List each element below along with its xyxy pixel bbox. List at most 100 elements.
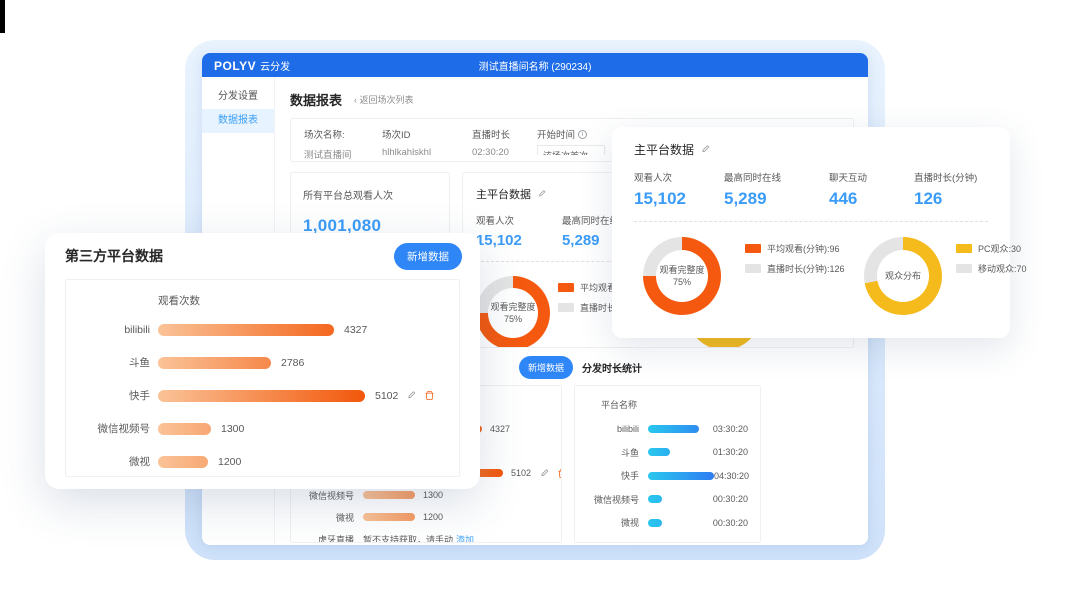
stat-value: 126: [914, 189, 988, 209]
bar: [648, 495, 662, 503]
stat-block: 观看人次 15,102: [476, 213, 562, 249]
bar: [158, 324, 334, 336]
legend-item: 移动观众:70: [956, 262, 1027, 275]
legend-label: 直播时长(分钟):126: [767, 262, 845, 275]
stat-label: 直播时长(分钟): [914, 170, 988, 184]
bar-value: 1200: [218, 456, 241, 468]
field-value: 测试直播间: [304, 147, 382, 161]
platform-label: 斗鱼: [587, 446, 639, 459]
donut-group: 观看完整度75% 平均观看(分钟):96 直播时长(分钟):126: [643, 237, 855, 315]
donut-charts-row: 观看完整度75% 平均观看(分钟):96 直播时长(分钟):126 观众分布 P…: [634, 237, 988, 315]
dashed-divider: [634, 221, 988, 222]
sidebar-item-distribution-settings[interactable]: 分发设置: [202, 85, 274, 109]
chart-column-header: 观看次数: [158, 293, 459, 308]
duration-value: 01:30:20: [670, 447, 748, 457]
bar-value: 4327: [344, 324, 367, 336]
brand-text: POLYV: [214, 59, 256, 73]
platform-label: 快手: [587, 469, 639, 482]
legend-swatch: [956, 244, 972, 253]
bar: [648, 542, 662, 543]
field-label: 场次名称:: [304, 127, 382, 141]
edit-icon[interactable]: [537, 189, 547, 199]
platform-label: 微信视频号: [299, 489, 354, 502]
legend-swatch: [745, 264, 761, 273]
main-platform-title: 主平台数据: [476, 186, 531, 202]
platform-label: 微视: [587, 516, 639, 529]
stat-block: 观看人次 15,102: [634, 170, 724, 209]
main-platform-title: 主平台数据: [634, 141, 694, 158]
duration-row: 微信视频号 00:30:20: [587, 535, 748, 544]
bar: [648, 472, 714, 480]
legend-swatch: [956, 264, 972, 273]
chart-legend: PC观众:30 移动观众:70: [956, 242, 1027, 315]
session-field: 场次名称:测试直播间: [304, 127, 382, 155]
duration-value: 04:30:20: [714, 471, 749, 481]
third-party-floating-card: 第三方平台数据 新增数据 观看次数 bilibili 4327斗鱼 2786快手…: [45, 233, 480, 489]
edit-icon[interactable]: [700, 144, 711, 155]
platform-label: 微信视频号: [587, 540, 639, 543]
bar: [158, 390, 365, 402]
field-value: hlhlkahlskhl: [382, 147, 472, 158]
bar: [363, 491, 415, 499]
sidebar-item-data-report[interactable]: 数据报表: [202, 109, 274, 133]
bar-row: 快手 5102: [66, 379, 459, 412]
legend-swatch: [558, 283, 574, 292]
legend-label: 移动观众:70: [978, 262, 1027, 275]
bar-value: 5102: [375, 390, 398, 402]
duration-row: 微信视频号 00:30:20: [587, 488, 748, 512]
back-to-sessions-link[interactable]: ‹ 返回场次列表: [354, 93, 414, 106]
stat-value: 5,289: [724, 189, 829, 209]
stat-block: 聊天互动 446: [829, 170, 914, 209]
duration-row: 斗鱼 01:30:20: [587, 441, 748, 465]
platform-label: 虎牙直播: [299, 533, 354, 544]
donut-center-label: 观看完整度75%: [643, 237, 721, 315]
total-views-title: 所有平台总观看人次: [303, 187, 437, 202]
bar-value: 5102: [511, 468, 531, 478]
product-text: 云分发: [260, 58, 290, 73]
bar: [158, 357, 271, 369]
bar-row: 微视 1200: [66, 445, 459, 478]
legend-item: PC观众:30: [956, 242, 1027, 255]
polyv-logo: POLYV 云分发: [214, 58, 290, 73]
bar: [363, 513, 415, 521]
duration-value: 00:30:20: [662, 518, 748, 528]
legend-item: 直播时长(分钟):126: [745, 262, 855, 275]
field-value: 02:30:20: [472, 147, 537, 158]
platform-label: 斗鱼: [66, 355, 150, 370]
delete-icon[interactable]: [424, 390, 435, 401]
main-platform-floating-card: 主平台数据 观看人次 15,102最高同时在线 5,289聊天互动 446直播时…: [612, 127, 1010, 338]
add-data-button[interactable]: 新增数据: [519, 356, 573, 379]
donut-group: 观众分布 PC观众:30 移动观众:70: [864, 237, 1027, 315]
duration-value: 00:30:20: [662, 494, 748, 504]
bar-row: 微信视频号 1300: [66, 412, 459, 445]
platform-label: 微视: [299, 511, 354, 524]
donut-center-label: 观众分布: [864, 237, 942, 315]
stat-value: 446: [829, 189, 914, 209]
donut-chart: 观众分布: [864, 237, 942, 315]
donut-center-label: 观看完整度75%: [476, 276, 550, 348]
stat-block: 最高同时在线 5,289: [724, 170, 829, 209]
platform-label: 快手: [66, 388, 150, 403]
platform-column-header: 平台名称: [601, 398, 748, 411]
stat-label: 观看人次: [476, 213, 562, 227]
duration-stats-title: 分发时长统计: [582, 360, 642, 375]
donut-chart: 观看完整度75%: [476, 276, 550, 348]
field-label: 直播时长: [472, 127, 537, 141]
bar-value: 1300: [423, 490, 443, 500]
platform-label: 微视: [66, 454, 150, 469]
info-icon[interactable]: [578, 130, 587, 139]
stat-value: 15,102: [476, 232, 562, 249]
edit-icon[interactable]: [539, 468, 550, 479]
duration-stats-card: 平台名称 bilibili 03:30:20斗鱼 01:30:20快手 04:3…: [574, 385, 761, 543]
add-data-button[interactable]: 新增数据: [394, 243, 462, 270]
bar-value: 1300: [221, 423, 244, 435]
stat-block: 直播时长(分钟) 126: [914, 170, 988, 209]
bar: [648, 425, 699, 433]
bar: [158, 423, 211, 435]
duration-row: 微视 00:30:20: [587, 511, 748, 535]
edit-icon[interactable]: [406, 390, 417, 401]
add-manually-link[interactable]: 添加: [456, 533, 474, 544]
window-title: 测试直播间名称 (290234): [202, 58, 868, 73]
delete-icon[interactable]: [557, 468, 562, 479]
legend-swatch: [558, 303, 574, 312]
